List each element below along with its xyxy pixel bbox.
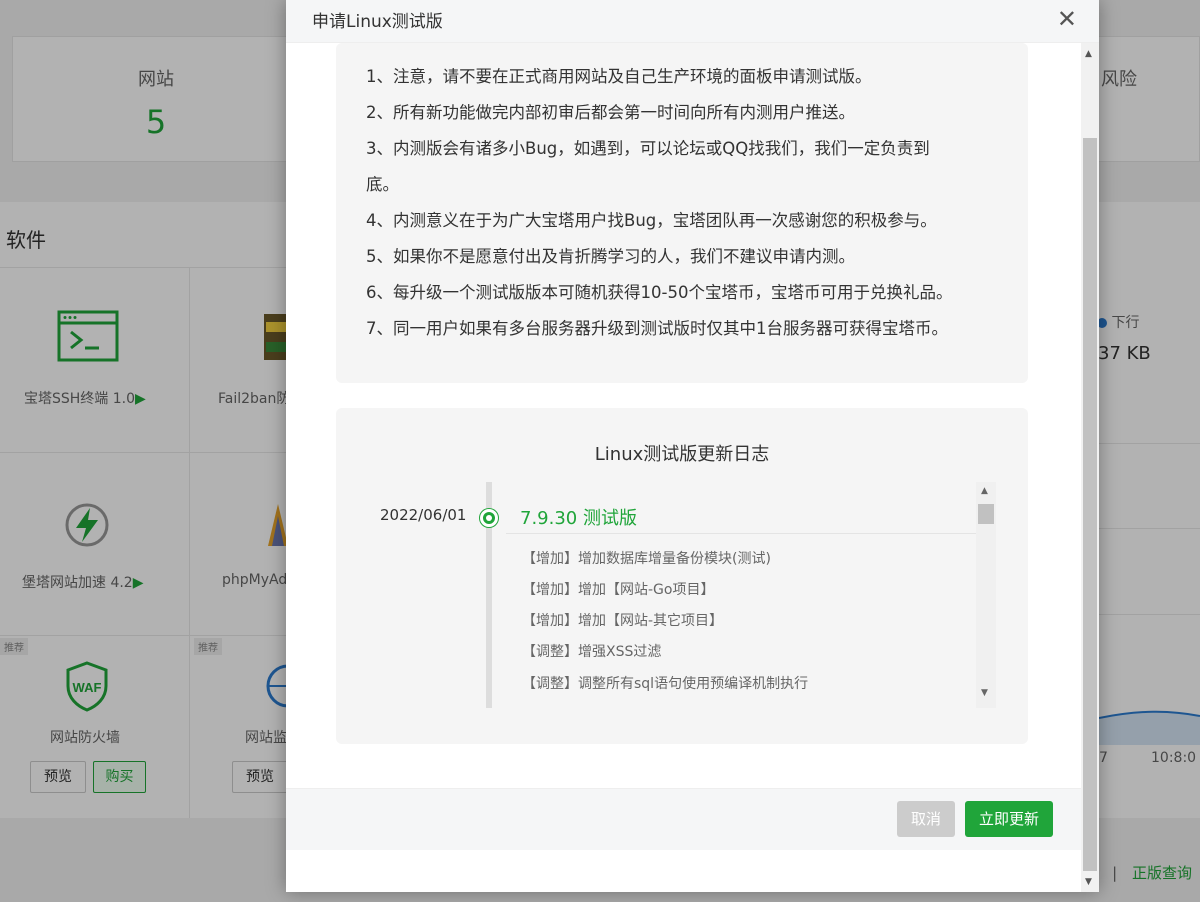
cancel-button[interactable]: 取消 [897, 801, 955, 837]
scroll-up-icon[interactable]: ▲ [1085, 49, 1092, 59]
notice-line: 7、同一用户如果有多台服务器升级到测试版时仅其中1台服务器可获得宝塔币。 [366, 319, 948, 338]
changelog-scrollbar[interactable]: ▲ ▼ [976, 482, 996, 708]
dialog-body: 1、注意，请不要在正式商用网站及自己生产环境的面板申请测试版。 2、所有新功能做… [286, 43, 1081, 892]
dialog-scrollbar[interactable]: ▲ ▼ [1081, 43, 1099, 892]
notice-box: 1、注意，请不要在正式商用网站及自己生产环境的面板申请测试版。 2、所有新功能做… [336, 43, 1028, 383]
notice-line: 1、注意，请不要在正式商用网站及自己生产环境的面板申请测试版。 [366, 67, 872, 86]
beta-apply-dialog: 申请Linux测试版 ✕ 1、注意，请不要在正式商用网站及自己生产环境的面板申请… [286, 0, 1099, 892]
scroll-down-icon[interactable]: ▼ [1085, 877, 1092, 887]
scroll-up-icon[interactable]: ▲ [981, 486, 988, 496]
release-version: 7.9.30 测试版 [520, 508, 637, 529]
changelog-item: 【增加】增加数据库增量备份模块(测试) [522, 551, 771, 567]
notice-line: 6、每升级一个测试版版本可随机获得10-50个宝塔币，宝塔币可用于兑换礼品。 [366, 283, 953, 302]
changelog-item: 【增加】增加【网站-Go项目】 [522, 582, 715, 598]
scroll-down-icon[interactable]: ▼ [981, 688, 988, 698]
notice-line: 底。 [366, 175, 399, 194]
timeline-dot-icon [480, 509, 498, 527]
notice-line: 2、所有新功能做完内部初审后都会第一时间向所有内测用户推送。 [366, 103, 855, 122]
changelog-title: Linux测试版更新日志 [594, 444, 770, 465]
update-now-button[interactable]: 立即更新 [965, 801, 1053, 837]
dialog-header: 申请Linux测试版 ✕ [286, 0, 1099, 43]
notice-line: 3、内测版会有诸多小Bug，如遇到，可以论坛或QQ找我们，我们一定负责到 [366, 139, 930, 158]
scrollbar-thumb[interactable] [1083, 138, 1097, 871]
close-icon[interactable]: ✕ [1057, 5, 1077, 33]
divider [506, 533, 976, 534]
changelog-box: Linux测试版更新日志 2022/06/01 7.9.30 测试版 【增加】增… [336, 408, 1028, 744]
changelog-item: 【调整】调整所有sql语句使用预编译机制执行 [522, 676, 809, 692]
dialog-footer: 取消 立即更新 [286, 788, 1081, 850]
changelog-item: 【增加】增加【网站-其它项目】 [522, 613, 724, 629]
dialog-title: 申请Linux测试版 [312, 12, 443, 32]
release-date: 2022/06/01 [380, 506, 467, 524]
notice-line: 5、如果你不是愿意付出及肯折腾学习的人，我们不建议申请内测。 [366, 247, 855, 266]
changelog-item: 【调整】增强XSS过滤 [522, 644, 662, 660]
notice-line: 4、内测意义在于为广大宝塔用户找Bug，宝塔团队再一次感谢您的积极参与。 [366, 211, 937, 230]
scrollbar-thumb[interactable] [978, 504, 994, 524]
